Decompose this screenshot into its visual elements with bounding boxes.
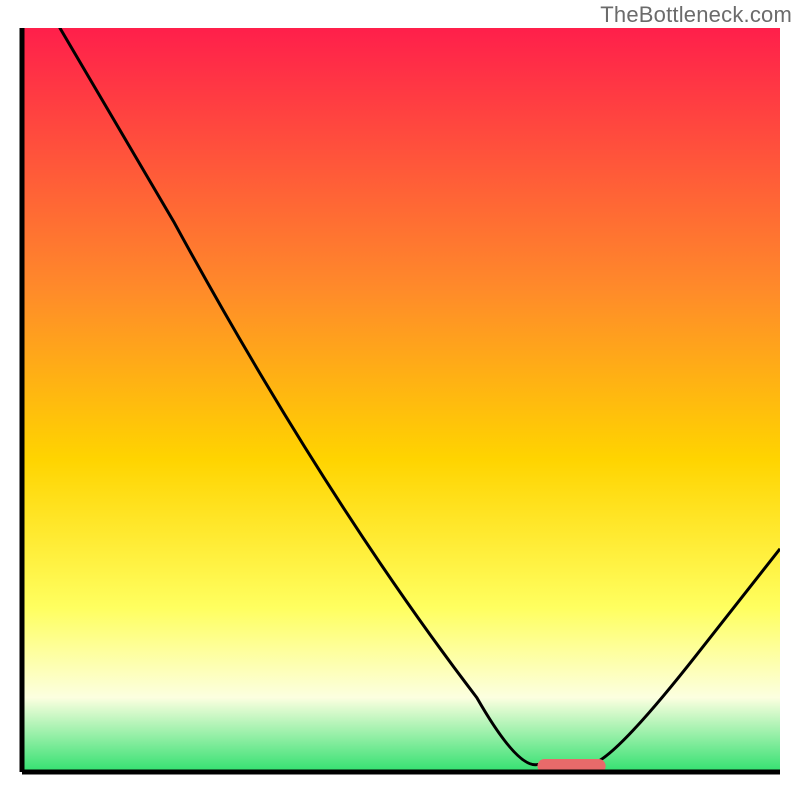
chart-svg: [0, 0, 800, 800]
bottleneck-chart: TheBottleneck.com: [0, 0, 800, 800]
watermark-label: TheBottleneck.com: [600, 2, 792, 28]
plot-background: [22, 28, 780, 772]
